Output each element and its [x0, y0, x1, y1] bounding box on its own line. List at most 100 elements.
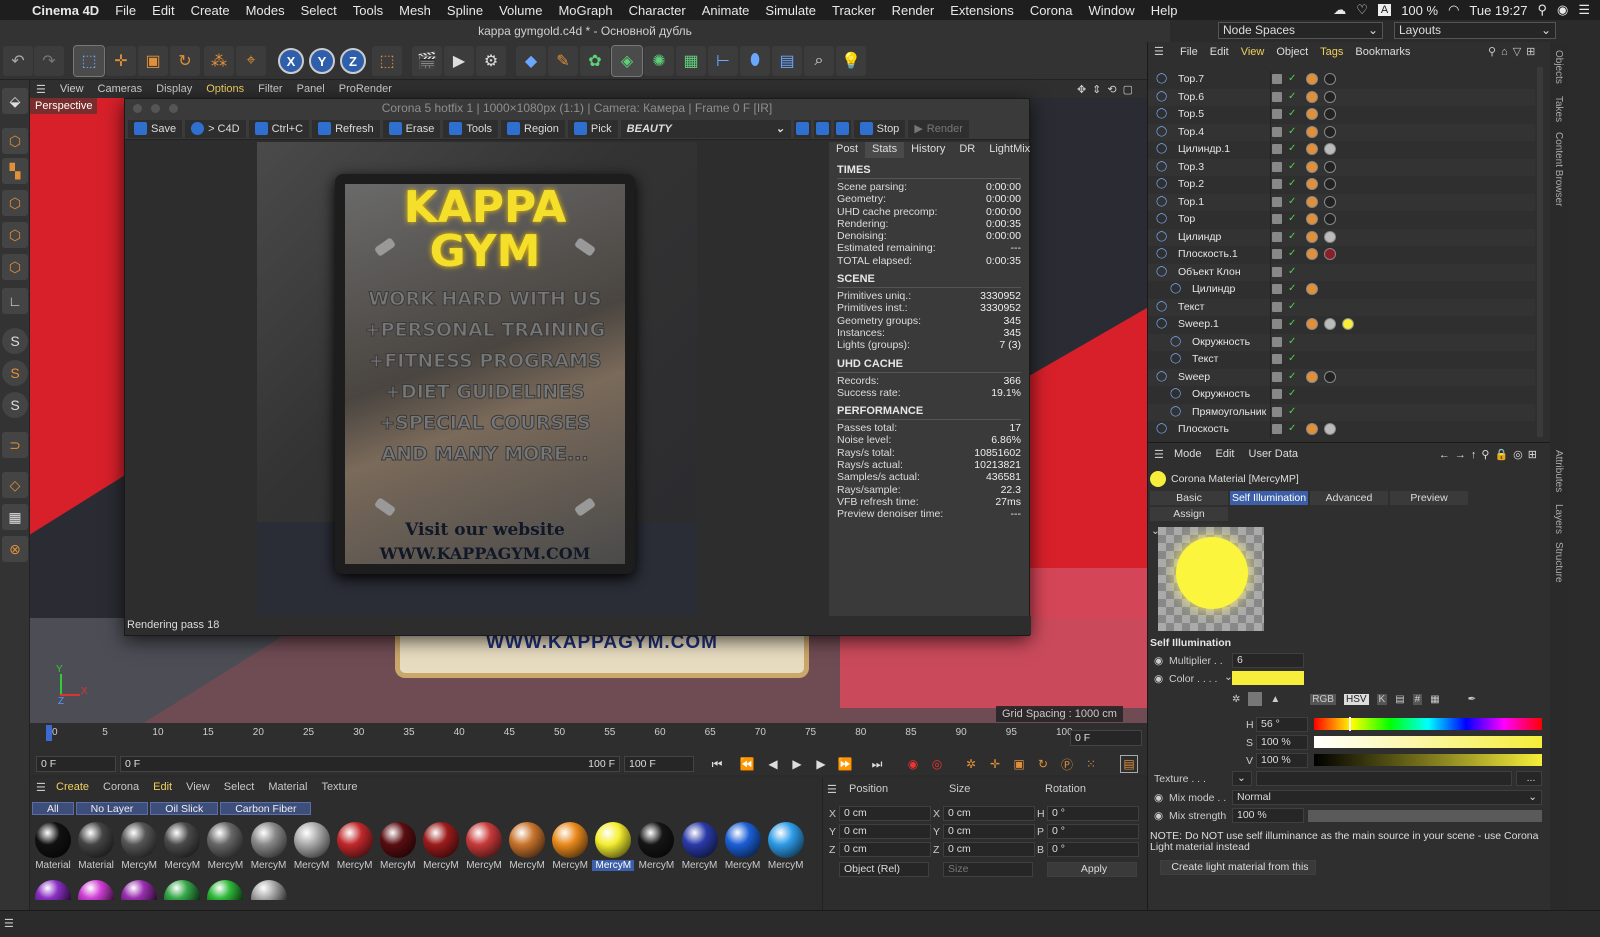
size-mode-select[interactable]: Size: [943, 862, 1033, 877]
object-row[interactable]: ◯ Текст ✓: [1148, 351, 1535, 369]
stats-tab-post[interactable]: Post: [829, 142, 865, 158]
attr-menu-userdata[interactable]: User Data: [1249, 448, 1299, 460]
zoom-out-button[interactable]: [813, 119, 831, 138]
object-name[interactable]: Тор.2: [1178, 178, 1204, 190]
vp-menu-display[interactable]: Display: [156, 83, 192, 95]
cloud-icon[interactable]: ☁: [1333, 2, 1346, 18]
layer-check[interactable]: [1272, 91, 1282, 102]
mac-menu-simulate[interactable]: Simulate: [757, 3, 824, 18]
range-slider[interactable]: 0 F 100 F: [120, 756, 620, 772]
layer-check[interactable]: [1272, 406, 1282, 417]
object-name[interactable]: Sweep.1: [1178, 318, 1219, 330]
play-icon[interactable]: ▶: [788, 755, 806, 773]
shield-icon[interactable]: ♡: [1356, 2, 1368, 18]
hamburger-icon[interactable]: ☰: [36, 83, 46, 96]
psr-tool-icon[interactable]: ⁂: [204, 46, 234, 76]
refresh-button[interactable]: Refresh: [312, 119, 380, 138]
object-name[interactable]: Цилиндр: [1178, 231, 1221, 243]
visibility-check-icon[interactable]: ✓: [1288, 231, 1296, 242]
subdivision-icon[interactable]: ✿: [580, 46, 610, 76]
material-item[interactable]: MercyM: [722, 822, 764, 871]
attr-tab[interactable]: Preview: [1390, 491, 1468, 505]
tag-orange-icon[interactable]: [1306, 108, 1318, 120]
snap-icon[interactable]: S: [2, 328, 28, 354]
visibility-check-icon[interactable]: ✓: [1288, 161, 1296, 172]
sweep-icon[interactable]: ◈: [611, 45, 643, 77]
mac-menu-mesh[interactable]: Mesh: [391, 3, 439, 18]
keyframe-selection-icon[interactable]: ✲: [962, 755, 980, 773]
object-row[interactable]: ◯ Плоскость.1 ✓: [1148, 246, 1535, 264]
deformer-icon[interactable]: ▦: [676, 46, 706, 76]
object-name[interactable]: Окружность: [1192, 388, 1250, 400]
keyboard-icon[interactable]: A: [1377, 4, 1392, 16]
attr-menu-mode[interactable]: Mode: [1174, 448, 1202, 460]
mixer-icon[interactable]: ▤: [1395, 694, 1404, 705]
material-item[interactable]: MercyM: [635, 822, 677, 871]
tag-orange-icon[interactable]: [1306, 423, 1318, 435]
radio-icon[interactable]: ◉: [1154, 792, 1163, 804]
object-manager-icons[interactable]: ⚲⌂▽⊞: [1488, 45, 1540, 58]
bend-icon[interactable]: ⊢: [708, 46, 738, 76]
object-name[interactable]: Объект Клон: [1178, 266, 1241, 278]
material-item[interactable]: MercyM: [679, 822, 721, 871]
layer-check[interactable]: [1272, 354, 1282, 364]
mat-menu-view[interactable]: View: [186, 781, 210, 793]
hex-button[interactable]: #: [1412, 693, 1423, 705]
mac-menu-help[interactable]: Help: [1143, 3, 1186, 18]
material-ball[interactable]: [250, 880, 287, 900]
cloner-icon[interactable]: ✺: [644, 46, 674, 76]
copy-button[interactable]: Ctrl+C: [248, 119, 310, 138]
object-row[interactable]: ◯ Прямоугольник ✓: [1148, 403, 1535, 421]
next-key-icon[interactable]: ⏩: [836, 755, 854, 773]
obj-menu-file[interactable]: File: [1180, 46, 1198, 58]
object-name[interactable]: Тор.5: [1178, 108, 1204, 120]
mix-strength-slider[interactable]: [1308, 810, 1542, 822]
render-image[interactable]: KAPPA GYM WORK HARD WITH US +PERSONAL TRA…: [257, 142, 697, 616]
pos-y-field[interactable]: 0 cm: [839, 824, 931, 839]
visibility-check-icon[interactable]: ✓: [1288, 91, 1296, 102]
autokey-icon[interactable]: ◎: [928, 755, 946, 773]
mac-menu-spline[interactable]: Spline: [439, 3, 491, 18]
visibility-check-icon[interactable]: ✓: [1288, 126, 1296, 137]
object-row[interactable]: ◯ Цилиндр ✓: [1148, 228, 1535, 246]
key-position-icon[interactable]: ✛: [986, 755, 1004, 773]
tag-gray-icon[interactable]: [1324, 230, 1336, 243]
mat-tab[interactable]: Carbon Fiber: [220, 802, 312, 815]
material-item[interactable]: MercyM: [248, 822, 290, 871]
multiplier-field[interactable]: 6: [1232, 653, 1304, 668]
size-x-field[interactable]: 0 cm: [943, 806, 1035, 821]
object-name[interactable]: Тор: [1178, 213, 1195, 225]
zoom-in-button[interactable]: [793, 119, 811, 138]
object-name[interactable]: Тор.7: [1178, 73, 1204, 85]
material-item[interactable]: MercyM: [161, 822, 203, 871]
saturation-slider[interactable]: [1314, 736, 1542, 748]
tag-gray-icon[interactable]: [1324, 318, 1336, 330]
tag-gray-icon[interactable]: [1324, 423, 1336, 435]
close-dot[interactable]: [133, 104, 142, 113]
tag-ball-icon[interactable]: [1324, 178, 1336, 190]
wheel-icon[interactable]: ✲: [1232, 694, 1240, 705]
key-param-icon[interactable]: Ⓟ: [1058, 755, 1076, 773]
light-icon[interactable]: 💡: [836, 46, 866, 76]
object-name[interactable]: Цилиндр: [1192, 283, 1235, 295]
material-item[interactable]: MercyM: [204, 822, 246, 871]
visibility-check-icon[interactable]: ✓: [1288, 336, 1296, 347]
layer-check[interactable]: [1272, 284, 1282, 294]
obj-menu-bookmarks[interactable]: Bookmarks: [1355, 46, 1410, 58]
node-spaces-select[interactable]: Node Spaces ⌄: [1218, 22, 1383, 39]
material-item[interactable]: MercyM: [377, 822, 419, 871]
layer-check[interactable]: [1272, 126, 1282, 137]
kelvin-button[interactable]: K: [1376, 693, 1388, 705]
field-icon[interactable]: ⬮: [740, 46, 770, 76]
tag-orange-icon[interactable]: [1306, 213, 1318, 225]
tag-gray-icon[interactable]: [1324, 143, 1336, 155]
undo-icon[interactable]: ↶: [3, 46, 33, 76]
go-end-icon[interactable]: ⏭: [868, 755, 886, 773]
material-item[interactable]: MercyM: [463, 822, 505, 871]
render-view-icon[interactable]: ▶: [444, 46, 474, 76]
material-item[interactable]: MercyM: [334, 822, 376, 871]
tag-orange-icon[interactable]: [1306, 230, 1318, 243]
object-name[interactable]: Окружность: [1192, 336, 1250, 348]
object-name[interactable]: Тор.4: [1178, 126, 1204, 138]
layer-check[interactable]: [1272, 74, 1282, 84]
